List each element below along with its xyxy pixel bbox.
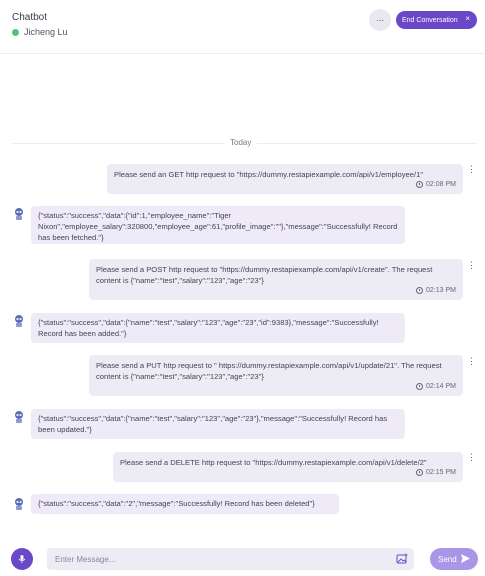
microphone-button[interactable] — [11, 548, 33, 570]
message-text: Please send a PUT http request to " http… — [96, 361, 442, 381]
message-text: {"status":"success","data":"2","message"… — [38, 499, 315, 508]
image-attach-icon[interactable] — [396, 553, 408, 565]
time-label: 02:14 PM — [426, 383, 456, 390]
send-arrow-icon — [461, 554, 470, 563]
message-text: {"status":"success","data":{"name":"test… — [38, 318, 379, 338]
bot-message: {"status":"success","data":{"name":"test… — [31, 409, 405, 439]
close-icon: × — [465, 14, 470, 23]
message-time: 02:13 PM — [416, 285, 456, 296]
bot-message: {"status":"success","data":{"name":"test… — [31, 313, 405, 343]
kebab-menu-icon[interactable]: ⋮ — [467, 453, 476, 462]
user-message: Please send an GET http request to "http… — [107, 164, 463, 194]
time-label: 02:13 PM — [426, 287, 456, 294]
message-time: 02:08 PM — [416, 179, 456, 190]
kebab-menu-icon[interactable]: ⋮ — [467, 261, 476, 270]
kebab-menu-icon[interactable]: ⋮ — [467, 357, 476, 366]
robot-avatar-icon — [15, 498, 23, 510]
microphone-icon — [18, 555, 26, 563]
kebab-menu-icon[interactable]: ⋮ — [467, 165, 476, 174]
message-input-container — [47, 548, 414, 570]
message-text: Please send a POST http request to "http… — [96, 265, 433, 285]
clock-icon — [416, 287, 424, 294]
message-text: {"status":"success","data":{"id":1,"empl… — [38, 211, 398, 242]
user-message: Please send a POST http request to "http… — [89, 259, 463, 300]
user-status: Jicheng Lu — [12, 27, 68, 37]
clock-icon — [416, 181, 424, 188]
message-text: {"status":"success","data":{"name":"test… — [38, 414, 388, 434]
time-label: 02:08 PM — [426, 181, 456, 188]
robot-avatar-icon — [15, 315, 23, 327]
send-button[interactable]: Send — [430, 548, 478, 570]
message-text: Please send an GET http request to "http… — [114, 170, 424, 179]
message-time: 02:15 PM — [416, 467, 456, 478]
end-conversation-button[interactable]: End Conversation × — [396, 11, 477, 29]
user-message: Please send a PUT http request to " http… — [89, 355, 463, 396]
time-label: 02:15 PM — [426, 469, 456, 476]
end-conversation-label: End Conversation — [402, 16, 458, 24]
user-name: Jicheng Lu — [24, 27, 68, 37]
clock-icon — [416, 469, 424, 476]
chat-header: Chatbot Jicheng Lu ··· End Conversation … — [0, 0, 485, 54]
app-title: Chatbot — [12, 12, 48, 23]
bot-message: {"status":"success","data":{"id":1,"empl… — [31, 206, 405, 244]
more-options-button[interactable]: ··· — [369, 9, 391, 31]
user-message: Please send a DELETE http request to "ht… — [113, 452, 463, 482]
message-input[interactable] — [55, 554, 385, 564]
online-status-icon — [12, 28, 19, 36]
day-label: Today — [224, 138, 258, 147]
message-text: Please send a DELETE http request to "ht… — [120, 458, 427, 467]
message-time: 02:14 PM — [416, 381, 456, 392]
robot-avatar-icon — [15, 208, 23, 220]
bot-message: {"status":"success","data":"2","message"… — [31, 494, 339, 514]
robot-avatar-icon — [15, 411, 23, 423]
send-label: Send — [438, 554, 457, 564]
ellipsis-icon: ··· — [376, 15, 384, 25]
clock-icon — [416, 383, 424, 390]
